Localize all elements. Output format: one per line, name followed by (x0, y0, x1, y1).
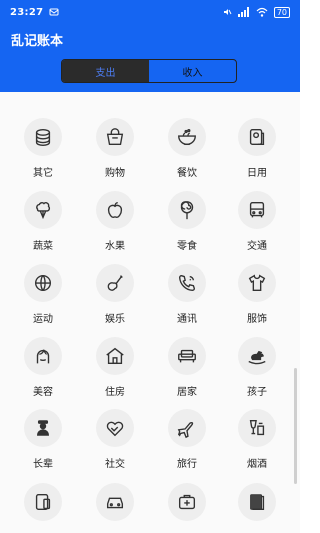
medical-kit-icon (168, 483, 206, 521)
category-item-dining[interactable]: 餐饮 (157, 118, 217, 179)
category-label: 运动 (33, 314, 53, 325)
cauliflower-icon (24, 191, 62, 229)
category-item-books[interactable] (227, 483, 287, 529)
mute-icon (222, 7, 232, 17)
category-item-daily[interactable]: 日用 (227, 118, 287, 179)
category-label: 旅行 (177, 459, 197, 470)
category-item-tobacco-alcohol[interactable]: 烟酒 (227, 409, 287, 470)
scrollbar[interactable] (294, 368, 297, 484)
category-label: 交通 (247, 241, 267, 252)
book-icon (238, 483, 276, 521)
category-item-housing[interactable]: 住房 (85, 337, 145, 398)
battery-icon: 70 (273, 6, 290, 18)
category-label: 长辈 (33, 459, 53, 470)
category-label: 孩子 (247, 387, 267, 398)
category-label: 娱乐 (105, 314, 125, 325)
phone-icon (168, 264, 206, 302)
category-label: 餐饮 (177, 168, 197, 179)
shopping-basket-icon (96, 118, 134, 156)
guitar-icon (96, 264, 134, 302)
category-label: 烟酒 (247, 459, 267, 470)
category-item-sports[interactable]: 运动 (13, 264, 73, 325)
wine-glass-icon (238, 409, 276, 447)
category-grid: 其它 购物 餐饮 日用 蔬菜 水果 零食 交通 运动 娱乐 通讯 服饰 美容 住… (0, 92, 300, 533)
category-item-entertainment[interactable]: 娱乐 (85, 264, 145, 325)
wifi-icon (256, 7, 268, 17)
apple-icon (96, 191, 134, 229)
elder-icon (24, 409, 62, 447)
category-item-car[interactable] (85, 483, 145, 529)
category-item-home[interactable]: 居家 (157, 337, 217, 398)
category-item-shopping[interactable]: 购物 (85, 118, 145, 179)
rocking-horse-icon (238, 337, 276, 375)
category-label: 零食 (177, 241, 197, 252)
shirt-icon (238, 264, 276, 302)
category-label: 购物 (105, 168, 125, 179)
tablet-icon (24, 483, 62, 521)
category-item-children[interactable]: 孩子 (227, 337, 287, 398)
category-item-travel[interactable]: 旅行 (157, 409, 217, 470)
category-item-fruit[interactable]: 水果 (85, 191, 145, 252)
category-item-clothing[interactable]: 服饰 (227, 264, 287, 325)
category-label: 居家 (177, 387, 197, 398)
battery-level: 70 (276, 7, 287, 17)
category-item-snacks[interactable]: 零食 (157, 191, 217, 252)
category-item-social[interactable]: 社交 (85, 409, 145, 470)
tab-income[interactable]: 收入 (149, 60, 236, 82)
status-time: 23:27 (10, 6, 44, 18)
coins-icon (24, 118, 62, 156)
category-label: 其它 (33, 168, 53, 179)
category-item-elders[interactable]: 长辈 (13, 409, 73, 470)
category-item-transport[interactable]: 交通 (227, 191, 287, 252)
status-bar: 23:27 70 (0, 0, 300, 24)
house-icon (96, 337, 134, 375)
category-item-vegetables[interactable]: 蔬菜 (13, 191, 73, 252)
rice-bowl-icon (168, 118, 206, 156)
category-label: 社交 (105, 459, 125, 470)
category-label: 水果 (105, 241, 125, 252)
category-item-beauty[interactable]: 美容 (13, 337, 73, 398)
expense-income-toggle: 支出 收入 (61, 59, 237, 83)
category-label: 蔬菜 (33, 241, 53, 252)
sofa-icon (168, 337, 206, 375)
handshake-heart-icon (96, 409, 134, 447)
category-label: 日用 (247, 168, 267, 179)
category-item-medical[interactable] (157, 483, 217, 529)
category-label: 通讯 (177, 314, 197, 325)
category-label: 服饰 (247, 314, 267, 325)
category-item-telecom[interactable]: 通讯 (157, 264, 217, 325)
category-item-digital[interactable] (13, 483, 73, 529)
car-icon (96, 483, 134, 521)
category-label: 美容 (33, 387, 53, 398)
ball-icon (24, 264, 62, 302)
toilet-paper-icon (238, 118, 276, 156)
page-title: 乱记账本 (11, 34, 64, 49)
notification-icon (49, 7, 59, 17)
airplane-icon (168, 409, 206, 447)
signal-icon (237, 7, 250, 17)
app-bar: 23:27 70 乱记账本 支出 收入 (0, 0, 300, 92)
lollipop-icon (168, 191, 206, 229)
category-item-other[interactable]: 其它 (13, 118, 73, 179)
tab-expense[interactable]: 支出 (62, 60, 149, 82)
category-label: 住房 (105, 387, 125, 398)
bus-icon (238, 191, 276, 229)
face-icon (24, 337, 62, 375)
